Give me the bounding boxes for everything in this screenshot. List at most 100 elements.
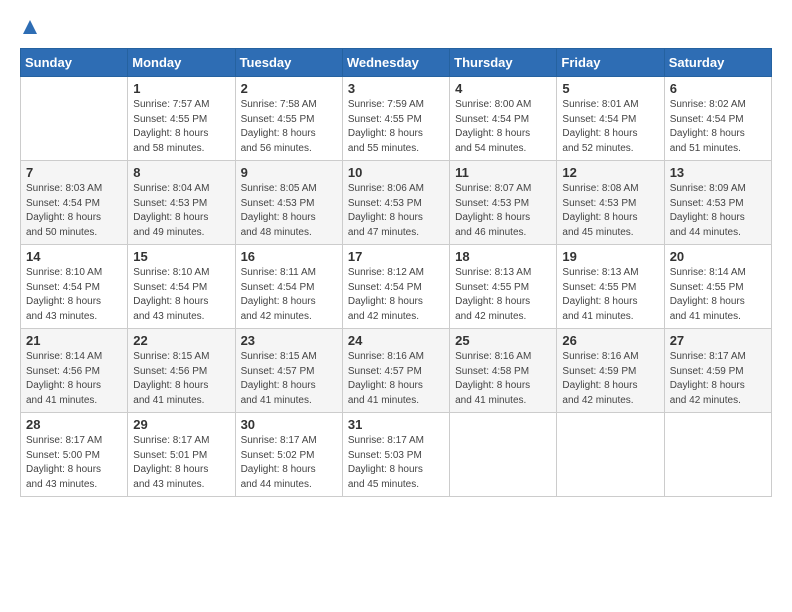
calendar-cell: 18 Sunrise: 8:13 AM Sunset: 4:55 PM Dayli… <box>450 245 557 329</box>
day-number: 25 <box>455 333 551 348</box>
calendar-cell: 28 Sunrise: 8:17 AM Sunset: 5:00 PM Dayli… <box>21 413 128 497</box>
day-info: Sunrise: 8:15 AM Sunset: 4:57 PM Dayligh… <box>241 350 337 408</box>
logo <box>20 18 40 36</box>
calendar-cell: 5 Sunrise: 8:01 AM Sunset: 4:54 PM Daylig… <box>557 77 664 161</box>
calendar-cell: 2 Sunrise: 7:58 AM Sunset: 4:55 PM Daylig… <box>235 77 342 161</box>
day-number: 20 <box>670 249 766 264</box>
day-number: 21 <box>26 333 122 348</box>
day-number: 29 <box>133 417 229 432</box>
day-info: Sunrise: 8:04 AM Sunset: 4:53 PM Dayligh… <box>133 182 229 240</box>
calendar-cell: 25Sunrise: 8:16 AM Sunset: 4:58 PM Dayli… <box>450 329 557 413</box>
calendar-cell <box>557 413 664 497</box>
calendar-cell: 31 Sunrise: 8:17 AM Sunset: 5:03 PM Dayli… <box>342 413 449 497</box>
day-info: Sunrise: 8:13 AM Sunset: 4:55 PM Dayligh… <box>562 266 658 324</box>
calendar-cell: 26Sunrise: 8:16 AM Sunset: 4:59 PM Dayli… <box>557 329 664 413</box>
calendar-cell: 22Sunrise: 8:15 AM Sunset: 4:56 PM Dayli… <box>128 329 235 413</box>
header <box>20 18 772 36</box>
calendar-cell: 13 Sunrise: 8:09 AM Sunset: 4:53 PM Dayli… <box>664 161 771 245</box>
day-info: Sunrise: 8:17 AM Sunset: 5:01 PM Dayligh… <box>133 434 229 492</box>
col-sunday: Sunday <box>21 49 128 77</box>
day-info: Sunrise: 7:59 AM Sunset: 4:55 PM Dayligh… <box>348 98 444 156</box>
day-info: Sunrise: 8:13 AM Sunset: 4:55 PM Dayligh… <box>455 266 551 324</box>
day-number: 2 <box>241 81 337 96</box>
calendar-cell: 14 Sunrise: 8:10 AM Sunset: 4:54 PM Dayli… <box>21 245 128 329</box>
day-info: Sunrise: 8:03 AM Sunset: 4:54 PM Dayligh… <box>26 182 122 240</box>
calendar-week-5: 28 Sunrise: 8:17 AM Sunset: 5:00 PM Dayli… <box>21 413 772 497</box>
day-number: 10 <box>348 165 444 180</box>
calendar-week-2: 7 Sunrise: 8:03 AM Sunset: 4:54 PM Daylig… <box>21 161 772 245</box>
day-info: Sunrise: 8:14 AM Sunset: 4:55 PM Dayligh… <box>670 266 766 324</box>
day-info: Sunrise: 8:16 AM Sunset: 4:57 PM Dayligh… <box>348 350 444 408</box>
day-info: Sunrise: 8:17 AM Sunset: 5:03 PM Dayligh… <box>348 434 444 492</box>
calendar-week-3: 14 Sunrise: 8:10 AM Sunset: 4:54 PM Dayli… <box>21 245 772 329</box>
calendar-cell: 10Sunrise: 8:06 AM Sunset: 4:53 PM Dayli… <box>342 161 449 245</box>
day-info: Sunrise: 8:10 AM Sunset: 4:54 PM Dayligh… <box>133 266 229 324</box>
calendar-cell: 24Sunrise: 8:16 AM Sunset: 4:57 PM Dayli… <box>342 329 449 413</box>
logo-triangle-icon <box>21 18 39 36</box>
day-number: 1 <box>133 81 229 96</box>
day-info: Sunrise: 7:57 AM Sunset: 4:55 PM Dayligh… <box>133 98 229 156</box>
day-info: Sunrise: 8:10 AM Sunset: 4:54 PM Dayligh… <box>26 266 122 324</box>
calendar-cell: 9 Sunrise: 8:05 AM Sunset: 4:53 PM Daylig… <box>235 161 342 245</box>
calendar-cell: 11 Sunrise: 8:07 AM Sunset: 4:53 PM Dayli… <box>450 161 557 245</box>
day-number: 15 <box>133 249 229 264</box>
day-info: Sunrise: 8:07 AM Sunset: 4:53 PM Dayligh… <box>455 182 551 240</box>
calendar-week-4: 21 Sunrise: 8:14 AM Sunset: 4:56 PM Dayli… <box>21 329 772 413</box>
day-number: 6 <box>670 81 766 96</box>
calendar-cell: 6 Sunrise: 8:02 AM Sunset: 4:54 PM Daylig… <box>664 77 771 161</box>
calendar-week-1: 1 Sunrise: 7:57 AM Sunset: 4:55 PM Daylig… <box>21 77 772 161</box>
day-number: 14 <box>26 249 122 264</box>
day-number: 8 <box>133 165 229 180</box>
day-info: Sunrise: 8:00 AM Sunset: 4:54 PM Dayligh… <box>455 98 551 156</box>
calendar-cell: 23 Sunrise: 8:15 AM Sunset: 4:57 PM Dayli… <box>235 329 342 413</box>
calendar-cell: 27 Sunrise: 8:17 AM Sunset: 4:59 PM Dayli… <box>664 329 771 413</box>
day-number: 31 <box>348 417 444 432</box>
day-number: 11 <box>455 165 551 180</box>
calendar-cell: 4 Sunrise: 8:00 AM Sunset: 4:54 PM Daylig… <box>450 77 557 161</box>
day-number: 28 <box>26 417 122 432</box>
day-number: 12 <box>562 165 658 180</box>
day-number: 27 <box>670 333 766 348</box>
day-number: 4 <box>455 81 551 96</box>
day-number: 5 <box>562 81 658 96</box>
calendar-body: 1 Sunrise: 7:57 AM Sunset: 4:55 PM Daylig… <box>21 77 772 497</box>
day-info: Sunrise: 8:08 AM Sunset: 4:53 PM Dayligh… <box>562 182 658 240</box>
day-info: Sunrise: 8:02 AM Sunset: 4:54 PM Dayligh… <box>670 98 766 156</box>
day-number: 7 <box>26 165 122 180</box>
calendar-cell: 7 Sunrise: 8:03 AM Sunset: 4:54 PM Daylig… <box>21 161 128 245</box>
calendar-cell <box>664 413 771 497</box>
day-info: Sunrise: 8:17 AM Sunset: 4:59 PM Dayligh… <box>670 350 766 408</box>
calendar-table: Sunday Monday Tuesday Wednesday Thursday… <box>20 48 772 497</box>
header-row: Sunday Monday Tuesday Wednesday Thursday… <box>21 49 772 77</box>
day-number: 16 <box>241 249 337 264</box>
calendar-cell: 29 Sunrise: 8:17 AM Sunset: 5:01 PM Dayli… <box>128 413 235 497</box>
day-info: Sunrise: 7:58 AM Sunset: 4:55 PM Dayligh… <box>241 98 337 156</box>
calendar-cell: 3Sunrise: 7:59 AM Sunset: 4:55 PM Daylig… <box>342 77 449 161</box>
day-info: Sunrise: 8:16 AM Sunset: 4:59 PM Dayligh… <box>562 350 658 408</box>
calendar-cell: 1 Sunrise: 7:57 AM Sunset: 4:55 PM Daylig… <box>128 77 235 161</box>
day-info: Sunrise: 8:17 AM Sunset: 5:02 PM Dayligh… <box>241 434 337 492</box>
day-number: 13 <box>670 165 766 180</box>
day-info: Sunrise: 8:09 AM Sunset: 4:53 PM Dayligh… <box>670 182 766 240</box>
calendar-cell: 15 Sunrise: 8:10 AM Sunset: 4:54 PM Dayli… <box>128 245 235 329</box>
day-info: Sunrise: 8:05 AM Sunset: 4:53 PM Dayligh… <box>241 182 337 240</box>
calendar-cell: 8 Sunrise: 8:04 AM Sunset: 4:53 PM Daylig… <box>128 161 235 245</box>
day-number: 9 <box>241 165 337 180</box>
day-info: Sunrise: 8:01 AM Sunset: 4:54 PM Dayligh… <box>562 98 658 156</box>
calendar-cell: 30Sunrise: 8:17 AM Sunset: 5:02 PM Dayli… <box>235 413 342 497</box>
day-info: Sunrise: 8:17 AM Sunset: 5:00 PM Dayligh… <box>26 434 122 492</box>
calendar-cell <box>21 77 128 161</box>
col-thursday: Thursday <box>450 49 557 77</box>
col-tuesday: Tuesday <box>235 49 342 77</box>
calendar-cell: 20 Sunrise: 8:14 AM Sunset: 4:55 PM Dayli… <box>664 245 771 329</box>
day-number: 23 <box>241 333 337 348</box>
col-friday: Friday <box>557 49 664 77</box>
day-info: Sunrise: 8:14 AM Sunset: 4:56 PM Dayligh… <box>26 350 122 408</box>
col-saturday: Saturday <box>664 49 771 77</box>
day-number: 18 <box>455 249 551 264</box>
day-info: Sunrise: 8:12 AM Sunset: 4:54 PM Dayligh… <box>348 266 444 324</box>
calendar-cell: 19Sunrise: 8:13 AM Sunset: 4:55 PM Dayli… <box>557 245 664 329</box>
day-info: Sunrise: 8:15 AM Sunset: 4:56 PM Dayligh… <box>133 350 229 408</box>
calendar-cell: 12 Sunrise: 8:08 AM Sunset: 4:53 PM Dayli… <box>557 161 664 245</box>
day-number: 17 <box>348 249 444 264</box>
